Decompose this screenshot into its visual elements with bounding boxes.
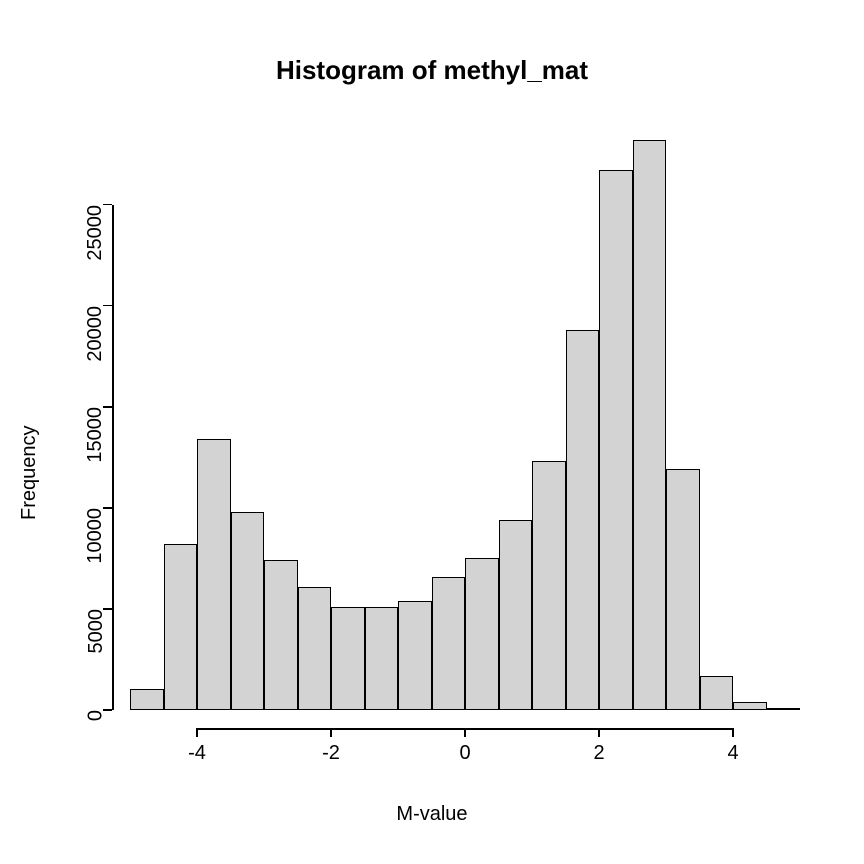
x-tick — [598, 728, 600, 737]
histogram-bar — [566, 330, 600, 710]
y-tick-label: 10000 — [85, 508, 108, 564]
histogram-bar — [331, 607, 365, 710]
histogram-bar — [532, 461, 566, 710]
x-tick — [330, 728, 332, 737]
y-tick-label: 25000 — [85, 205, 108, 261]
histogram-bar — [398, 601, 432, 710]
histogram-bar — [164, 544, 198, 710]
x-tick-label: -4 — [188, 742, 206, 765]
y-tick-label: 5000 — [85, 609, 108, 654]
histogram-bar — [432, 577, 466, 710]
bars-container — [130, 140, 800, 710]
x-tick — [464, 728, 466, 737]
histogram-bar — [231, 512, 265, 710]
y-axis-line — [112, 205, 114, 710]
histogram-bar — [633, 140, 667, 710]
y-tick-label: 0 — [85, 710, 108, 721]
x-tick-label: 4 — [727, 742, 738, 765]
plot-area: -4-2024 0500010000150002000025000 — [130, 140, 800, 710]
x-tick — [196, 728, 198, 737]
histogram-bar — [298, 587, 332, 710]
chart-title: Histogram of methyl_mat — [0, 55, 864, 86]
histogram-chart: Histogram of methyl_mat Frequency M-valu… — [0, 0, 864, 864]
histogram-bar — [599, 170, 633, 710]
histogram-bar — [700, 676, 734, 710]
histogram-bar — [666, 469, 700, 710]
histogram-bar — [767, 708, 801, 710]
histogram-bar — [264, 560, 298, 710]
x-tick — [732, 728, 734, 737]
histogram-bar — [499, 520, 533, 710]
histogram-bar — [197, 439, 231, 710]
x-tick-label: -2 — [322, 742, 340, 765]
histogram-bar — [130, 689, 164, 710]
histogram-bar — [733, 702, 767, 710]
x-tick-label: 0 — [459, 742, 470, 765]
y-axis-label: Frequency — [18, 0, 38, 520]
x-tick-label: 2 — [593, 742, 604, 765]
histogram-bar — [365, 607, 399, 710]
histogram-bar — [465, 558, 499, 710]
x-axis-label: M-value — [0, 803, 864, 826]
y-tick-label: 15000 — [85, 407, 108, 463]
y-tick-label: 20000 — [85, 306, 108, 362]
